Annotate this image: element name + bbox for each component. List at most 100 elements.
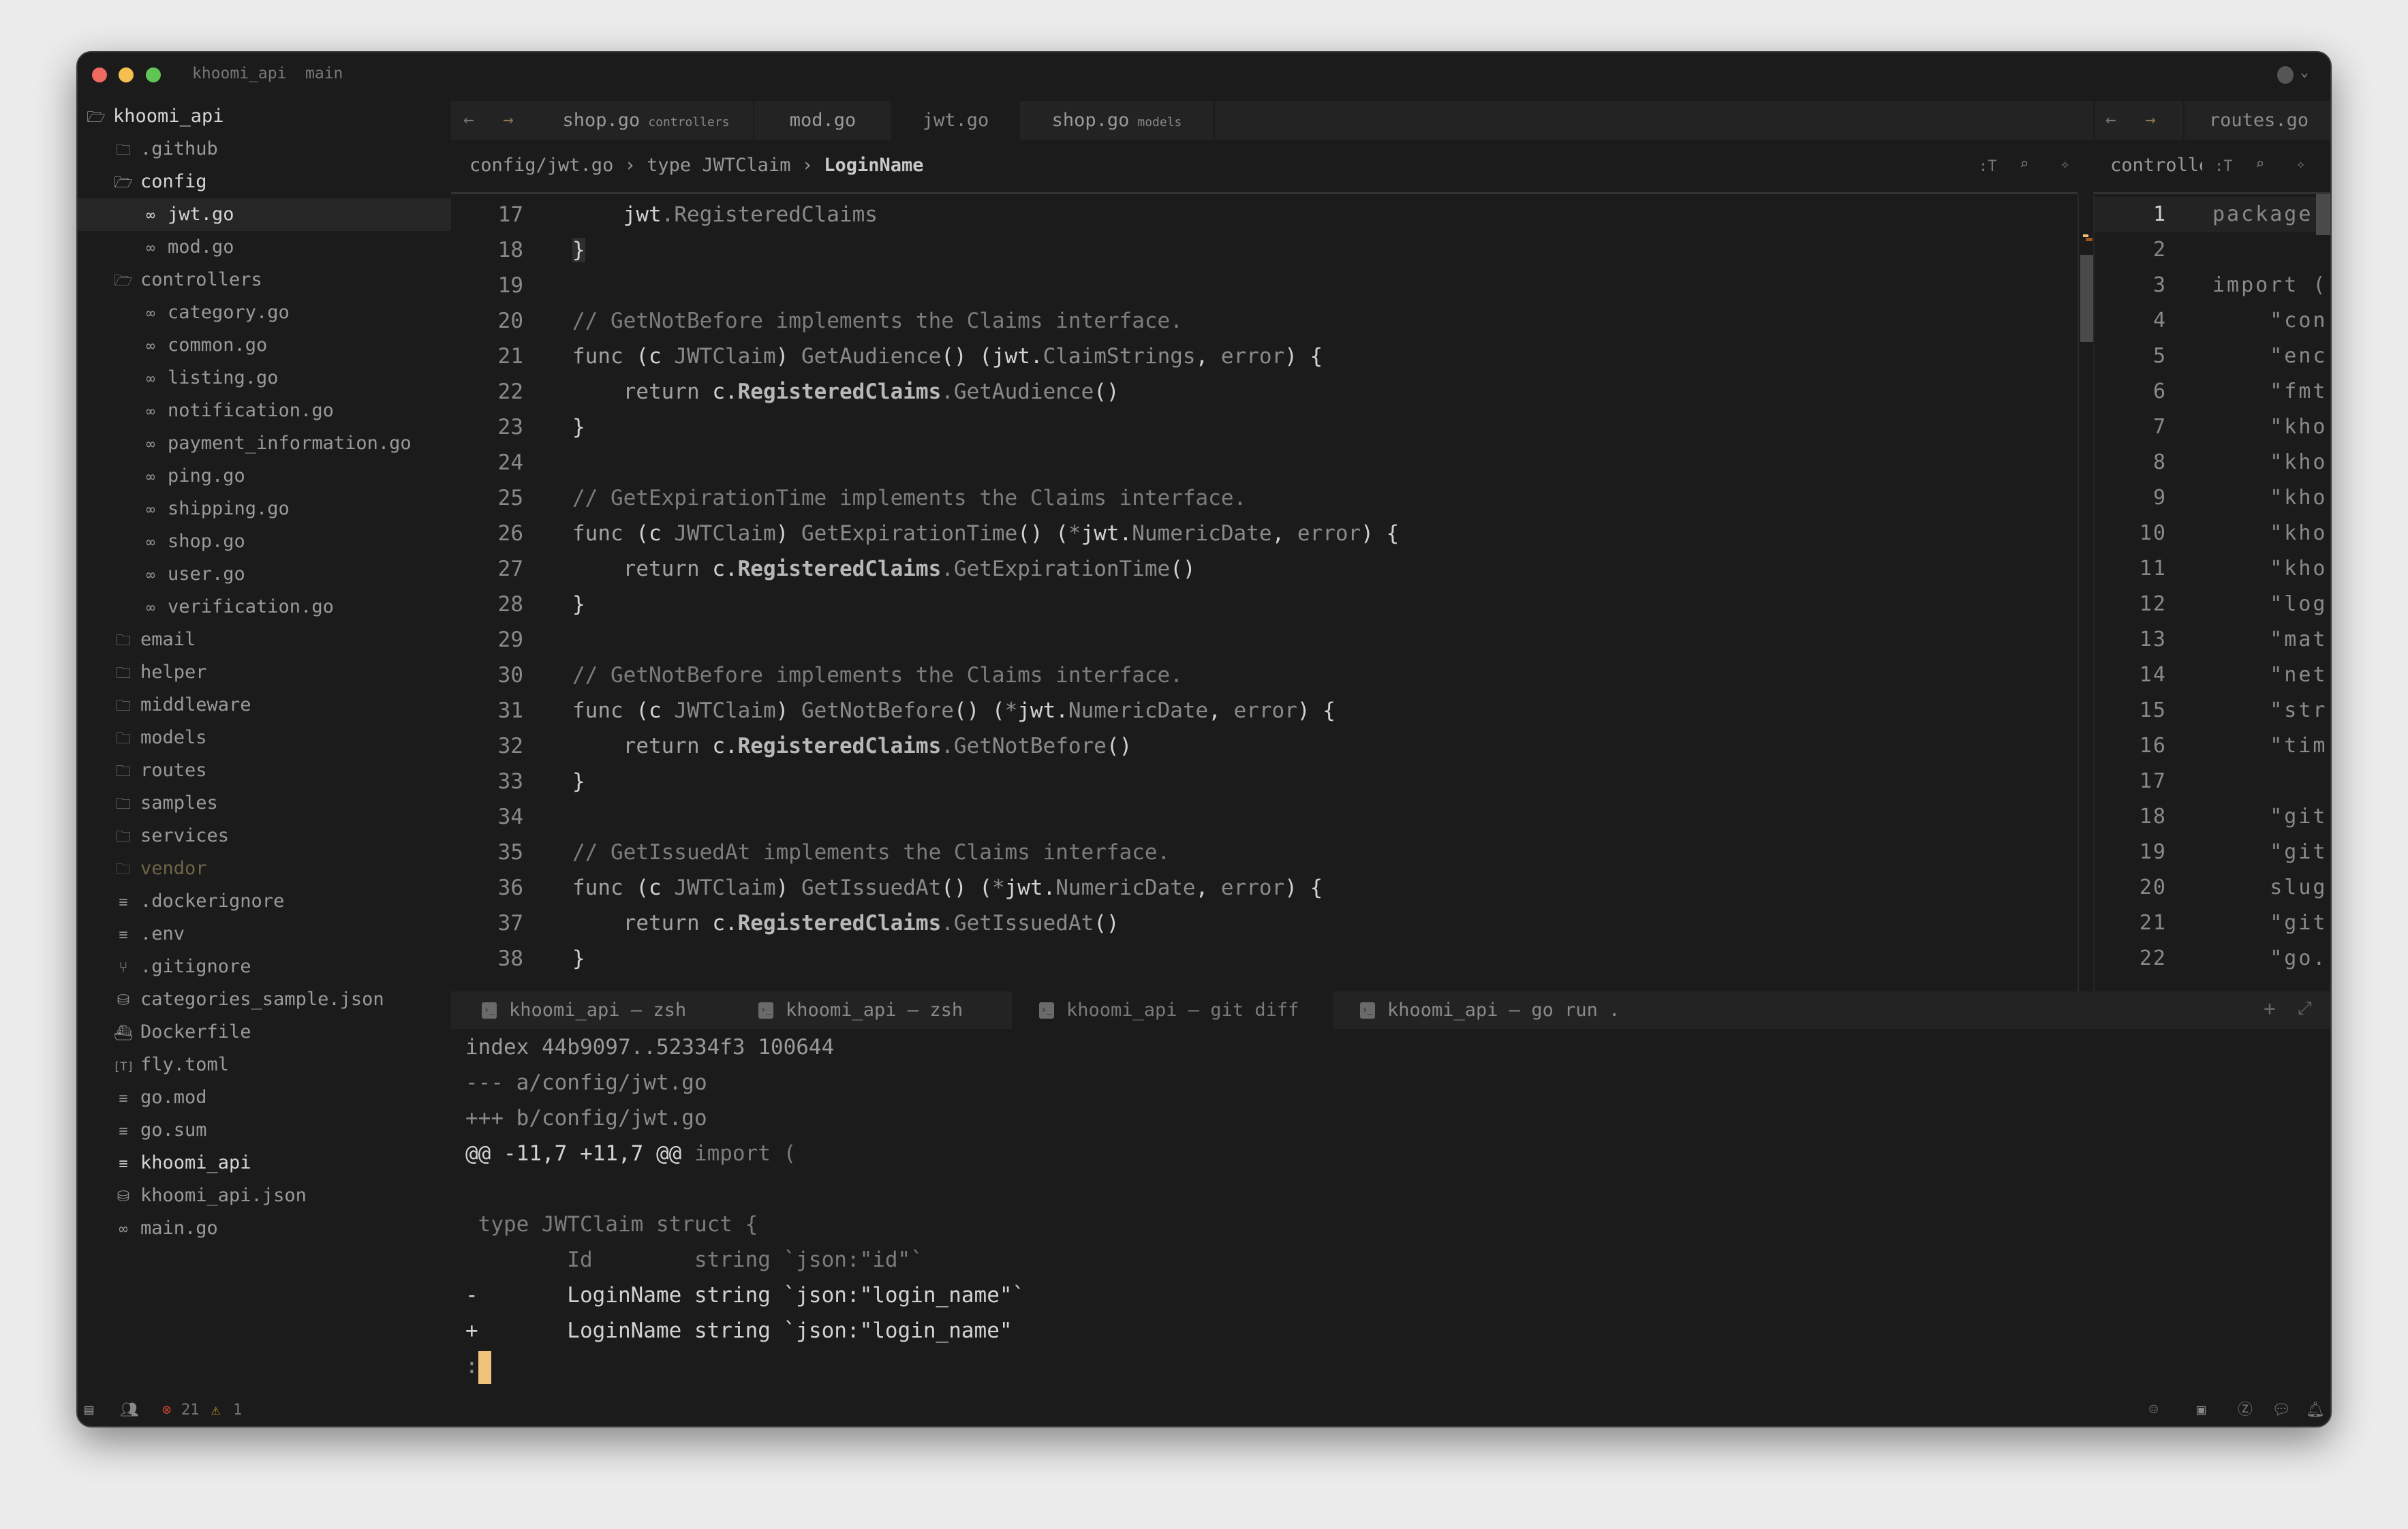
error-icon[interactable]: ⊗ xyxy=(162,1391,171,1426)
back-arrow-icon[interactable]: ← xyxy=(463,101,474,140)
tab-label: mod.go xyxy=(789,110,856,131)
sidebar-item[interactable]: ∞ ping.go xyxy=(78,460,451,493)
avatar[interactable] xyxy=(2277,66,2294,84)
code-token: ) xyxy=(775,521,801,546)
right-breadcrumb[interactable]: controlle xyxy=(2110,155,2202,176)
sidebar-item[interactable]: 🗀 samples xyxy=(78,787,451,820)
sidebar-item[interactable]: 🗁 config xyxy=(78,166,451,198)
assistant-icon[interactable]: ✧ xyxy=(2296,156,2305,173)
code-token: c. xyxy=(712,911,738,936)
scrollbar-thumb[interactable] xyxy=(2080,255,2094,342)
collaboration-icon[interactable]: 👥︎ xyxy=(120,1391,139,1426)
sidebar-item[interactable]: ∞ main.go xyxy=(78,1212,451,1245)
sidebar-item[interactable]: 🗀 .github xyxy=(78,133,451,166)
sidebar-item[interactable]: 🗁 controllers xyxy=(78,264,451,296)
sidebar-item[interactable]: ∞ listing.go xyxy=(78,362,451,395)
sidebar-item[interactable]: 🗀 vendor xyxy=(78,852,451,885)
terminal-tab[interactable]: ›_ khoomi_api — zsh xyxy=(731,991,1012,1029)
terminal-tab[interactable]: ›_ khoomi_api — go run . xyxy=(1333,991,1645,1029)
sidebar-item[interactable]: 🗁 khoomi_api xyxy=(78,100,451,133)
warning-icon[interactable]: ⚠ xyxy=(211,1391,220,1426)
inlay-hints-icon[interactable]: :T xyxy=(1979,158,1997,175)
tab-jwt-go[interactable]: jwt.go xyxy=(893,101,1020,140)
sidebar-item[interactable]: [T] fly.toml xyxy=(78,1049,451,1081)
terminal-prompt[interactable]: : xyxy=(465,1348,491,1384)
maximize-button[interactable] xyxy=(146,67,161,82)
copilot-icon[interactable]: ☺ xyxy=(2149,1391,2158,1426)
close-button[interactable] xyxy=(92,67,107,82)
terminal-tab[interactable]: ›_ khoomi_api — zsh xyxy=(454,991,731,1029)
forward-arrow-icon[interactable]: → xyxy=(2145,101,2156,140)
line-number: 22 xyxy=(2139,946,2167,970)
sidebar-item[interactable]: ∞ user.go xyxy=(78,558,451,591)
sidebar-item[interactable]: 🗀 middleware xyxy=(78,689,451,722)
chat-icon[interactable]: 💬︎ xyxy=(2272,1391,2291,1426)
tab-shop-go[interactable]: shop.go models xyxy=(1020,101,1215,140)
terminal-panel[interactable]: ›_ khoomi_api — zsh ›_ khoomi_api — zsh ›_ kh… xyxy=(451,991,2330,1391)
breadcrumb-file[interactable]: config/jwt.go xyxy=(469,155,613,176)
tab-routes-go[interactable]: routes.go xyxy=(2183,101,2330,140)
warning-count[interactable]: 1 xyxy=(233,1391,242,1426)
code-editor[interactable]: 17 jwt.RegisteredClaims 18} 19 20// GetNotB… xyxy=(451,192,2078,991)
sidebar-item[interactable]: ≡ .dockerignore xyxy=(78,885,451,918)
sidebar-item[interactable]: ∞ common.go xyxy=(78,329,451,362)
back-arrow-icon[interactable]: ← xyxy=(2105,101,2116,140)
error-count[interactable]: 21 xyxy=(181,1391,200,1426)
sidebar-item[interactable]: ≡ khoomi_api xyxy=(78,1147,451,1179)
sidebar-item[interactable]: 🗀 routes xyxy=(78,754,451,787)
code-line: func (c JWTClaim) GetExpirationTime() (*… xyxy=(572,516,1399,551)
code-token: c. xyxy=(712,734,738,758)
breadcrumb-type[interactable]: type JWTClaim xyxy=(647,155,790,176)
sidebar-item[interactable]: ∞ shop.go xyxy=(78,525,451,558)
sidebar-item[interactable]: 🗀 helper xyxy=(78,656,451,689)
maximize-panel-icon[interactable]: ⤢ xyxy=(2298,998,2312,1019)
right-code-editor[interactable]: 1 package 2 3 import (4 "con 5 "enc 6 "fmt 7 "k… xyxy=(2093,192,2330,991)
terminal-icon[interactable]: ▣ xyxy=(2197,1391,2206,1426)
breadcrumb-symbol[interactable]: LoginName xyxy=(824,155,923,176)
search-icon[interactable]: ⌕ xyxy=(2020,156,2028,173)
code-line: "net xyxy=(2212,663,2328,687)
tab-label: shop.go xyxy=(1051,110,1130,131)
new-terminal-button[interactable]: + xyxy=(2264,997,2276,1021)
sidebar-item[interactable]: ⛁ categories_sample.json xyxy=(78,983,451,1016)
project-panel: 🗁 khoomi_api 🗀 .github 🗁 config ∞ jwt.go ∞ mod.go… xyxy=(78,100,451,1391)
line-number: 34 xyxy=(497,805,523,829)
chevron-down-icon[interactable]: ⌄ xyxy=(2300,63,2309,80)
sidebar-item[interactable]: 🗀 email xyxy=(78,623,451,656)
minimize-button[interactable] xyxy=(119,67,134,82)
inlay-hints-icon[interactable]: :T xyxy=(2214,158,2233,175)
branch-name[interactable]: main xyxy=(305,65,343,82)
bell-icon[interactable]: 🔔︎ xyxy=(2306,1391,2325,1426)
zed-ai-icon[interactable]: Ⓩ xyxy=(2238,1391,2253,1426)
project-name[interactable]: khoomi_api xyxy=(192,65,286,82)
tab-mod-go[interactable]: mod.go xyxy=(754,101,893,140)
sidebar-item[interactable]: ∞ category.go xyxy=(78,296,451,329)
code-token: jwt xyxy=(623,202,662,227)
sidebar-item[interactable]: ∞ mod.go xyxy=(78,231,451,264)
project-panel-icon[interactable]: ▤ xyxy=(84,1391,93,1426)
editor-scrollbar[interactable] xyxy=(2078,194,2094,991)
sidebar-item[interactable]: ⛴ Dockerfile xyxy=(78,1016,451,1049)
code-line: } xyxy=(572,764,585,799)
sidebar-item[interactable]: ≡ go.mod xyxy=(78,1081,451,1114)
line-number: 31 xyxy=(497,698,523,723)
tab-shop-go[interactable]: shop.go controllers xyxy=(539,101,754,140)
right-scrollbar-thumb[interactable] xyxy=(2316,194,2330,235)
breadcrumb[interactable]: config/jwt.go › type JWTClaim › LoginNam… xyxy=(469,155,924,176)
sidebar-item[interactable]: ∞ verification.go xyxy=(78,591,451,623)
terminal-tab[interactable]: ›_ khoomi_api — git diff xyxy=(1012,991,1333,1029)
sidebar-item[interactable]: 🗀 models xyxy=(78,722,451,754)
sidebar-item[interactable]: 🗀 services xyxy=(78,820,451,852)
sidebar-item[interactable]: ∞ jwt.go xyxy=(78,198,451,231)
sidebar-item[interactable]: ⑂ .gitignore xyxy=(78,951,451,983)
sidebar-item[interactable]: ∞ payment_information.go xyxy=(78,427,451,460)
sidebar-item[interactable]: ≡ .env xyxy=(78,918,451,951)
sidebar-item[interactable]: ≡ go.sum xyxy=(78,1114,451,1147)
search-icon[interactable]: ⌕ xyxy=(2255,156,2264,173)
forward-arrow-icon[interactable]: → xyxy=(503,101,514,140)
sidebar-item[interactable]: ∞ shipping.go xyxy=(78,493,451,525)
assistant-icon[interactable]: ✧ xyxy=(2060,156,2069,173)
sidebar-item[interactable]: ⛁ khoomi_api.json xyxy=(78,1179,451,1212)
sidebar-item[interactable]: ∞ notification.go xyxy=(78,395,451,427)
code-token: func xyxy=(572,344,636,369)
